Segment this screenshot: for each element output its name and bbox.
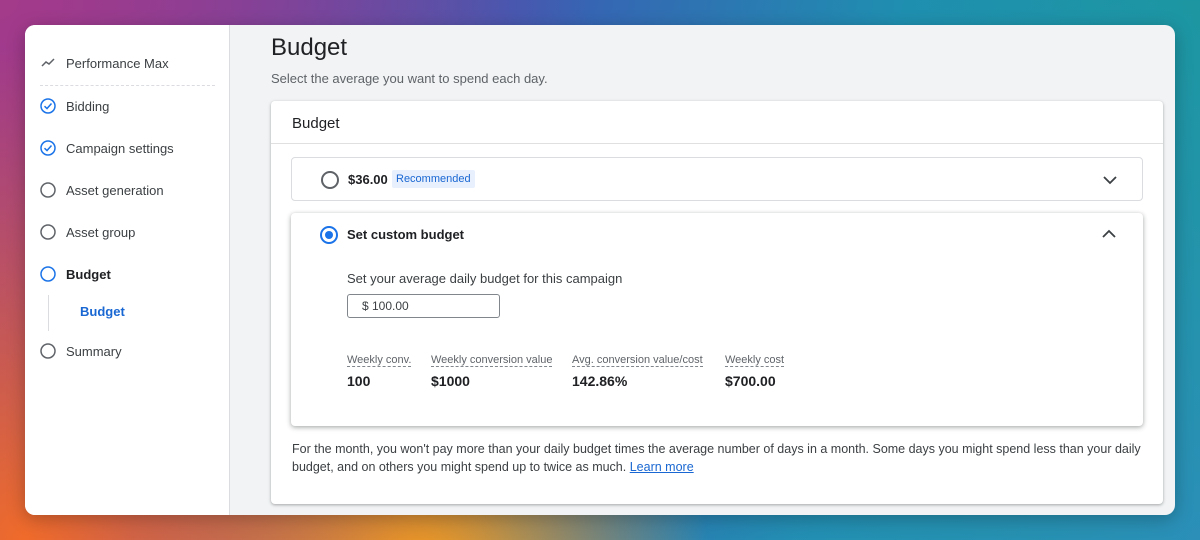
custom-budget-label: Set custom budget: [347, 227, 465, 242]
metric-avg-conversion-value-cost: Avg. conversion value/cost 142.86%: [572, 350, 703, 389]
daily-budget-input[interactable]: [347, 294, 500, 318]
circle-icon: [40, 266, 56, 282]
metric-weekly-cost: Weekly cost $700.00: [725, 350, 785, 389]
metric-value: 142.86%: [572, 373, 628, 389]
sidebar-item-bidding[interactable]: Bidding: [40, 96, 109, 116]
card-divider: [271, 143, 1163, 144]
metric-label[interactable]: Weekly cost: [725, 354, 785, 367]
app-window: Performance Max Bidding Campaign setting…: [25, 25, 1175, 515]
recommended-amount: $36.00: [348, 172, 388, 187]
recommended-badge: Recommended: [392, 170, 475, 188]
circle-icon: [40, 343, 56, 359]
chevron-up-icon[interactable]: [1101, 229, 1117, 239]
sidebar-item-label: Summary: [66, 343, 122, 359]
metric-value: $700.00: [725, 373, 776, 389]
main-content: Budget Select the average you want to sp…: [230, 25, 1175, 515]
sidebar-divider: [40, 85, 215, 86]
check-circle-icon: [40, 140, 56, 156]
sidebar-item-asset-generation[interactable]: Asset generation: [40, 180, 164, 200]
check-circle-icon: [40, 98, 56, 114]
page-title: Budget: [271, 34, 348, 61]
budget-card: Budget $36.00 Recommended Set custom bud…: [271, 101, 1163, 504]
metric-label[interactable]: Avg. conversion value/cost: [572, 354, 703, 367]
metric-weekly-conv: Weekly conv. 100: [347, 350, 412, 389]
sub-item-indicator: [48, 295, 49, 331]
budget-footnote: For the month, you won't pay more than y…: [292, 440, 1152, 476]
sidebar-item-label: Bidding: [66, 98, 110, 114]
sidebar-subitem-budget[interactable]: Budget: [80, 304, 125, 319]
sidebar: Performance Max Bidding Campaign setting…: [25, 25, 230, 515]
chevron-down-icon[interactable]: [1102, 175, 1118, 185]
metric-label[interactable]: Weekly conversion value: [431, 354, 553, 367]
learn-more-link[interactable]: Learn more: [630, 460, 694, 474]
circle-icon: [40, 224, 56, 240]
sidebar-item-budget[interactable]: Budget: [40, 264, 111, 284]
recommended-radio[interactable]: [321, 171, 339, 189]
sidebar-item-asset-group[interactable]: Asset group: [40, 222, 135, 242]
recommended-budget-option[interactable]: $36.00 Recommended: [291, 157, 1143, 201]
sidebar-item-label: Performance Max: [66, 55, 169, 71]
sidebar-item-summary[interactable]: Summary: [40, 341, 122, 361]
sidebar-item-performance-max[interactable]: Performance Max: [40, 53, 169, 73]
custom-budget-radio[interactable]: [320, 226, 338, 244]
page-subtitle: Select the average you want to spend eac…: [271, 71, 548, 86]
sidebar-item-label: Asset generation: [66, 182, 164, 198]
metric-weekly-conversion-value: Weekly conversion value $1000: [431, 350, 553, 389]
card-title: Budget: [292, 115, 340, 132]
metric-value: $1000: [431, 373, 470, 389]
sidebar-item-label: Asset group: [66, 224, 136, 240]
sidebar-item-campaign-settings[interactable]: Campaign settings: [40, 138, 174, 158]
budget-help-text: Set your average daily budget for this c…: [347, 271, 623, 286]
trend-icon: [40, 55, 56, 71]
metric-label[interactable]: Weekly conv.: [347, 354, 412, 367]
sidebar-item-label: Budget: [66, 266, 111, 282]
sidebar-item-label: Campaign settings: [66, 140, 174, 156]
metric-value: 100: [347, 373, 371, 389]
custom-budget-option[interactable]: Set custom budget Set your average daily…: [291, 213, 1143, 426]
footnote-text: For the month, you won't pay more than y…: [292, 442, 1141, 474]
circle-icon: [40, 182, 56, 198]
